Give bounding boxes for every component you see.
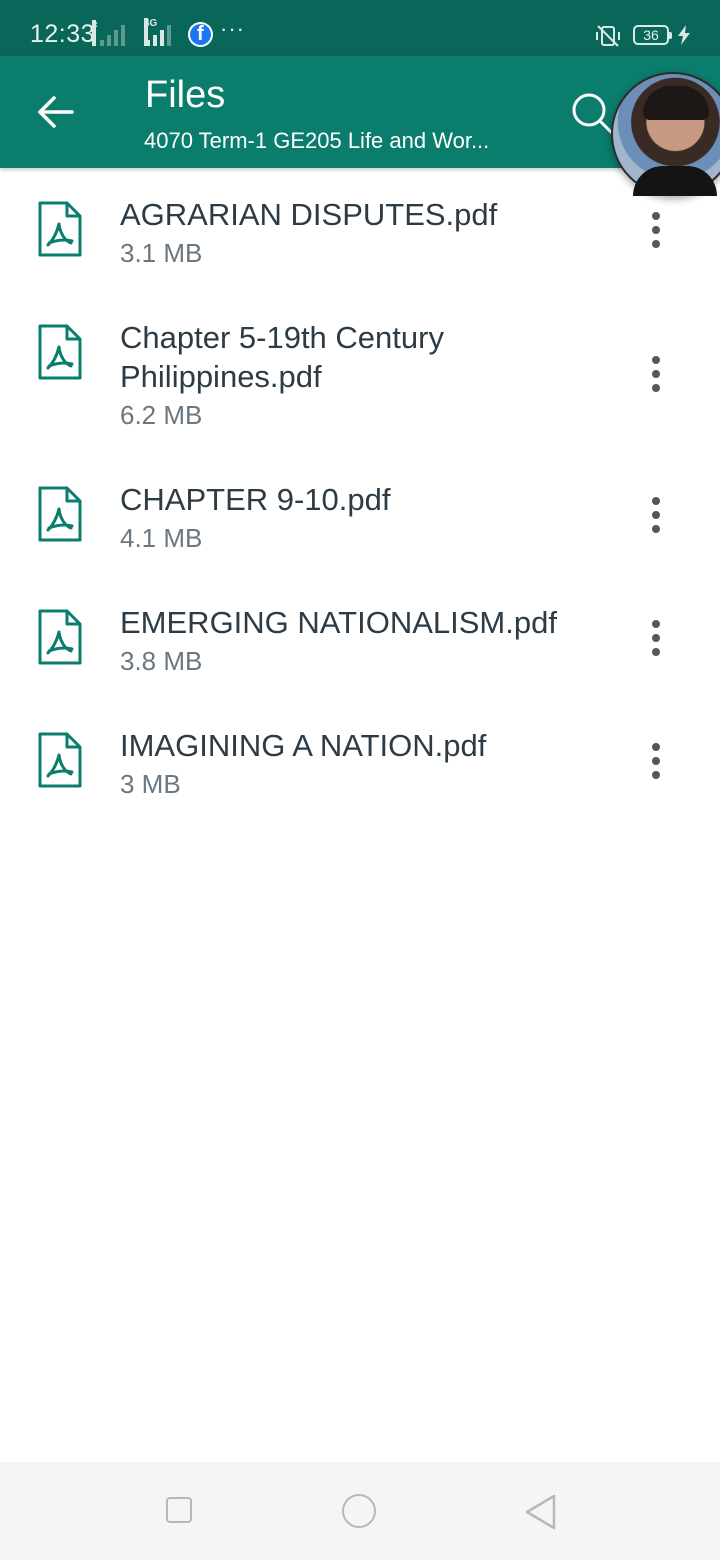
system-nav-bar bbox=[0, 1462, 720, 1560]
file-list: AGRARIAN DISPUTES.pdf 3.1 MB Chapter 5-1… bbox=[0, 168, 720, 822]
file-name: IMAGINING A NATION.pdf bbox=[120, 728, 487, 763]
more-options-icon[interactable] bbox=[640, 354, 672, 394]
signal-1-tag: × bbox=[92, 20, 98, 46]
pdf-file-icon bbox=[38, 486, 82, 542]
app-bar: Files 4070 Term-1 GE205 Life and Wor... bbox=[0, 56, 720, 168]
vibrate-mute-icon bbox=[596, 25, 620, 47]
list-item[interactable]: AGRARIAN DISPUTES.pdf 3.1 MB bbox=[0, 168, 720, 291]
facebook-icon: f bbox=[188, 22, 213, 47]
list-item[interactable]: CHAPTER 9-10.pdf 4.1 MB bbox=[0, 453, 720, 576]
battery-icon: 36 bbox=[633, 25, 672, 45]
more-options-icon[interactable] bbox=[640, 741, 672, 781]
back-triangle-icon[interactable] bbox=[524, 1494, 558, 1530]
search-icon[interactable] bbox=[570, 91, 614, 135]
file-name: EMERGING NATIONALISM.pdf bbox=[120, 605, 557, 640]
file-size: 4.1 MB bbox=[120, 523, 203, 553]
course-subtitle: 4070 Term-1 GE205 Life and Wor... bbox=[144, 128, 490, 153]
file-name: Chapter 5-19th Century Philippines.pdf bbox=[120, 320, 444, 394]
more-options-icon[interactable] bbox=[640, 495, 672, 535]
pdf-file-icon bbox=[38, 732, 82, 788]
file-size: 3 MB bbox=[120, 769, 181, 799]
arrow-left-icon[interactable] bbox=[36, 94, 76, 130]
recents-square-icon[interactable] bbox=[166, 1497, 192, 1523]
list-item[interactable]: EMERGING NATIONALISM.pdf 3.8 MB bbox=[0, 576, 720, 699]
status-bar: 12:33 × 4G f ··· 36 bbox=[0, 0, 720, 56]
file-size: 3.8 MB bbox=[120, 646, 203, 676]
pdf-file-icon bbox=[38, 324, 82, 380]
status-time: 12:33 bbox=[30, 20, 96, 48]
pdf-file-icon bbox=[38, 609, 82, 665]
file-name: AGRARIAN DISPUTES.pdf bbox=[120, 197, 498, 232]
page-title: Files bbox=[145, 74, 226, 116]
file-size: 6.2 MB bbox=[120, 400, 203, 430]
charging-icon bbox=[678, 25, 690, 45]
file-size: 3.1 MB bbox=[120, 238, 203, 268]
list-item[interactable]: IMAGINING A NATION.pdf 3 MB bbox=[0, 699, 720, 822]
list-item[interactable]: Chapter 5-19th Century Philippines.pdf 6… bbox=[0, 291, 720, 453]
more-notifications-icon: ··· bbox=[220, 16, 245, 41]
more-options-icon[interactable] bbox=[640, 618, 672, 658]
file-name: CHAPTER 9-10.pdf bbox=[120, 482, 391, 517]
pdf-file-icon bbox=[38, 201, 82, 257]
home-circle-icon[interactable] bbox=[342, 1494, 376, 1528]
more-options-icon[interactable] bbox=[640, 210, 672, 250]
